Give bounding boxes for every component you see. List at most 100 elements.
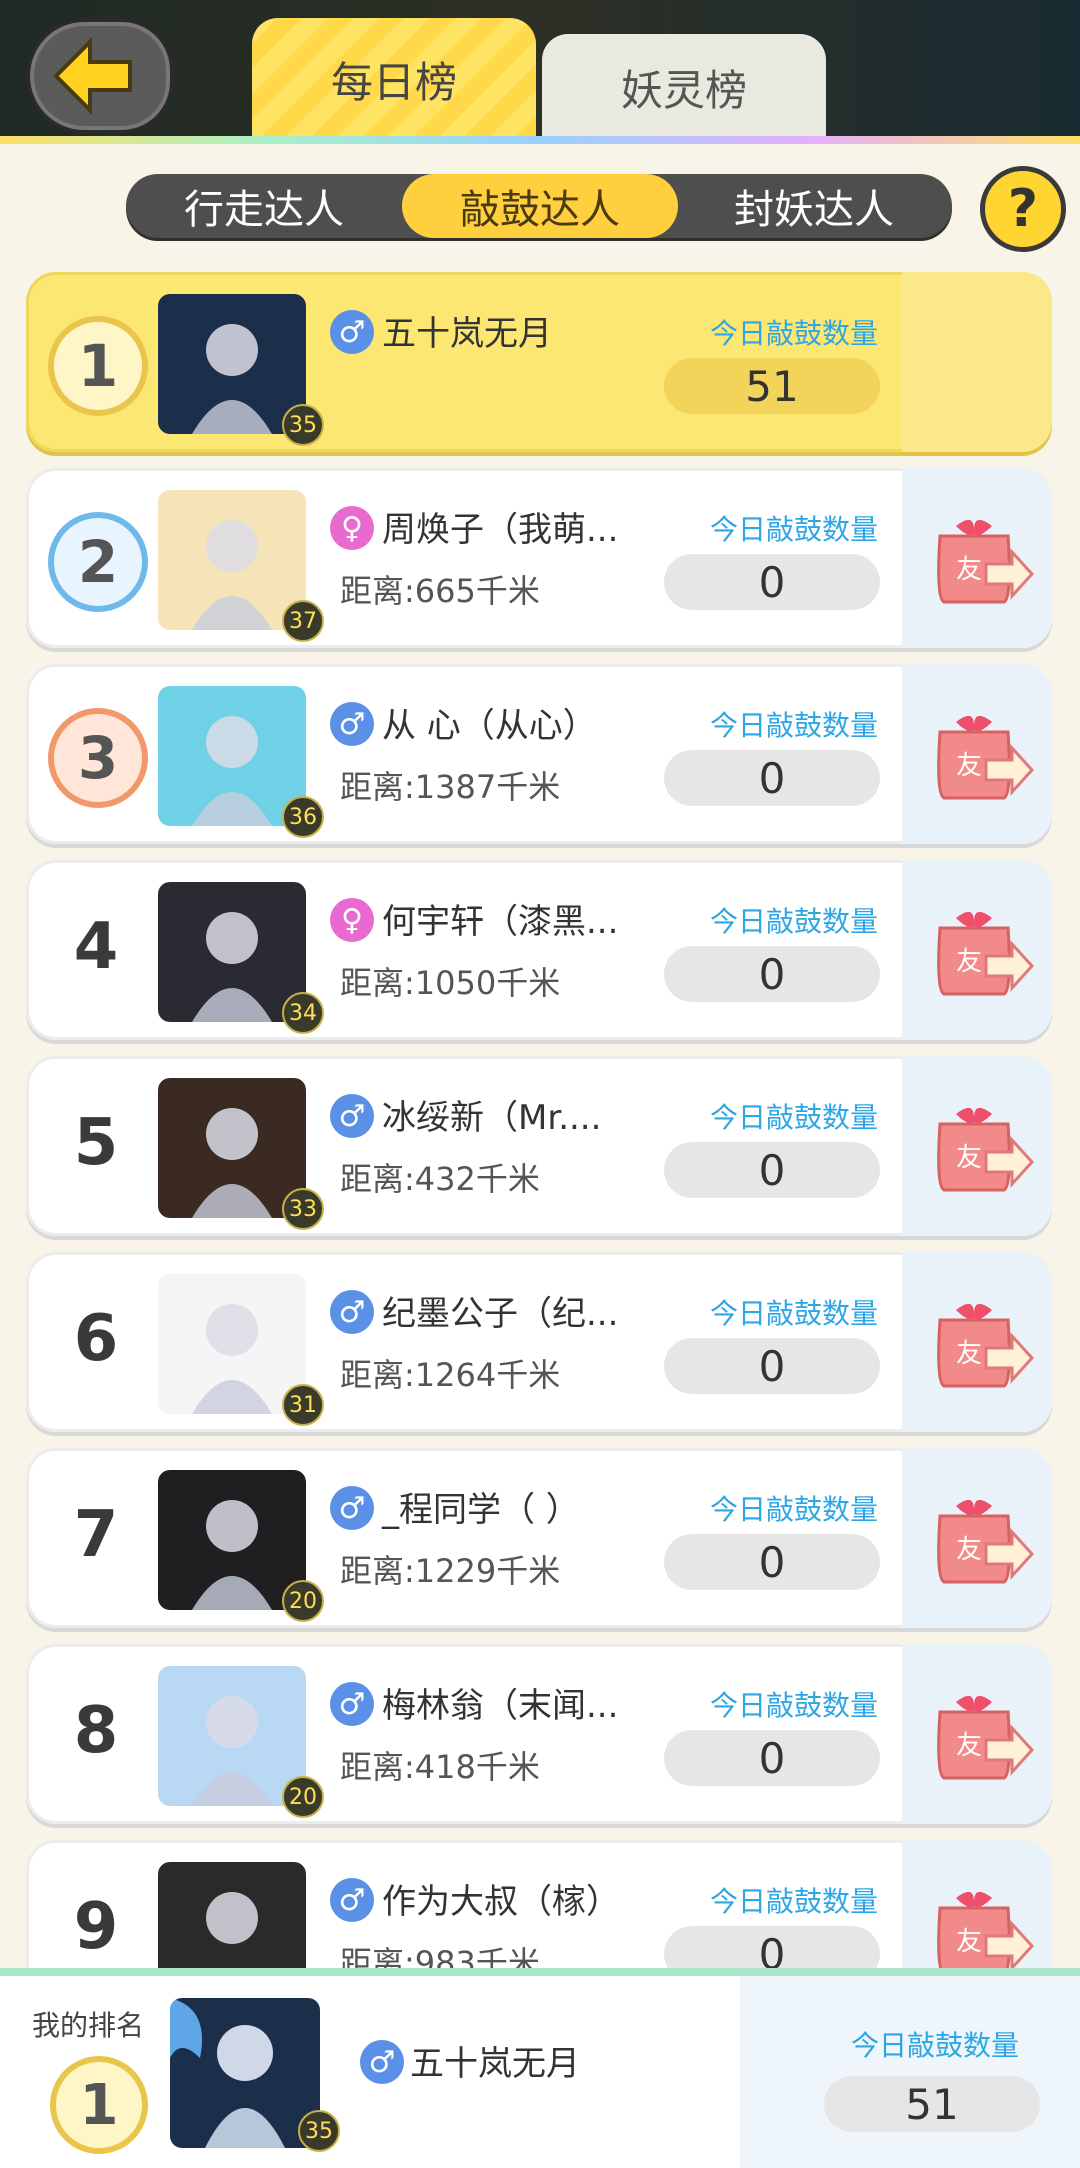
avatar-image	[158, 686, 306, 826]
count-label: 今日敲鼓数量	[709, 1101, 878, 1134]
level-badge: 20	[282, 1580, 324, 1622]
rank-medal: 3	[48, 708, 148, 808]
tab-spirit[interactable]: 妖灵榜	[542, 34, 826, 140]
player-avatar[interactable]	[158, 1078, 306, 1218]
svg-text:友: 友	[956, 555, 982, 585]
leaderboard-row[interactable]: 1 35 ♂ 五十岚无月 今日敲鼓数量 51	[26, 272, 1052, 452]
player-distance: 距离:665千米	[340, 572, 540, 610]
player-name: 冰绥新（Mr....	[382, 1098, 602, 1138]
tab-daily[interactable]: 每日榜	[252, 18, 536, 140]
avatar-image	[158, 490, 306, 630]
category-segment: 行走达人 敲鼓达人 封妖达人	[126, 174, 952, 238]
my-rank-label: 我的排名	[32, 2009, 145, 2042]
player-name: 何宇轩（漆黑...	[382, 902, 619, 942]
player-avatar[interactable]	[158, 1274, 306, 1414]
leaderboard-row[interactable]: 3 36 ♂ 从 心（从心） 距离:1387千米 今日敲鼓数量 0 友	[26, 664, 1052, 844]
count-label: 今日敲鼓数量	[709, 1493, 878, 1526]
rank-number: 7	[73, 1498, 119, 1572]
add-friend-gift-button[interactable]: 友	[926, 900, 1036, 1000]
segment-drumming[interactable]: 敲鼓达人	[402, 174, 678, 238]
count-label: 今日敲鼓数量	[709, 1297, 878, 1330]
svg-text:友: 友	[956, 1339, 982, 1369]
add-friend-gift-button[interactable]: 友	[926, 1684, 1036, 1784]
rank-number: 6	[73, 1302, 119, 1376]
avatar-image	[158, 1470, 306, 1610]
count-value: 51	[664, 358, 880, 414]
segment-walking[interactable]: 行走达人	[126, 174, 402, 238]
player-distance: 距离:418千米	[340, 1748, 540, 1786]
player-name: 梅林翁（末闻...	[382, 1686, 619, 1726]
leaderboard-row[interactable]: 5 33 ♂ 冰绥新（Mr.... 距离:432千米 今日敲鼓数量 0 友	[26, 1056, 1052, 1236]
svg-text:友: 友	[956, 1731, 982, 1761]
player-distance: 距离:1229千米	[340, 1552, 561, 1590]
count-label: 今日敲鼓数量	[709, 317, 878, 350]
count-label: 今日敲鼓数量	[709, 1885, 878, 1918]
top-bar: 每日榜 妖灵榜	[0, 0, 1080, 140]
player-distance: 距离:432千米	[340, 1160, 540, 1198]
player-distance: 距离:1387千米	[340, 768, 561, 806]
gift-bag-icon: 友	[937, 911, 1035, 996]
count-label: 今日敲鼓数量	[709, 905, 878, 938]
male-icon: ♂	[330, 1094, 374, 1138]
level-badge: 35	[282, 404, 324, 446]
count-value: 0	[664, 1338, 880, 1394]
count-label: 今日敲鼓数量	[709, 1689, 878, 1722]
player-avatar[interactable]	[158, 1666, 306, 1806]
player-name: 作为大叔（榢）	[382, 1882, 620, 1922]
add-friend-gift-button[interactable]: 友	[926, 1292, 1036, 1392]
player-distance: 距离:1264千米	[340, 1356, 561, 1394]
player-avatar[interactable]	[158, 882, 306, 1022]
avatar-image	[158, 294, 306, 434]
count-value: 0	[664, 1534, 880, 1590]
player-avatar[interactable]	[158, 686, 306, 826]
gift-bag-icon: 友	[937, 519, 1035, 604]
leaderboard-row[interactable]: 7 20 ♂ _程同学（ ） 距离:1229千米 今日敲鼓数量 0 友	[26, 1448, 1052, 1628]
player-avatar[interactable]	[158, 490, 306, 630]
player-distance: 距离:1050千米	[340, 964, 561, 1002]
leaderboard-row[interactable]: 8 20 ♂ 梅林翁（末闻... 距离:418千米 今日敲鼓数量 0 友	[26, 1644, 1052, 1824]
my-player-name: 五十岚无月	[410, 2044, 580, 2084]
add-friend-gift-button[interactable]: 友	[926, 1096, 1036, 1196]
leaderboard-row[interactable]: 6 31 ♂ 纪墨公子（纪... 距离:1264千米 今日敲鼓数量 0 友	[26, 1252, 1052, 1432]
add-friend-gift-button[interactable]: 友	[926, 508, 1036, 608]
add-friend-gift-button[interactable]: 友	[926, 1880, 1036, 1980]
segment-sealing[interactable]: 封妖达人	[676, 174, 952, 238]
player-avatar[interactable]	[158, 294, 306, 434]
svg-text:友: 友	[956, 1535, 982, 1565]
svg-text:友: 友	[956, 1927, 982, 1957]
female-icon: ♀	[330, 506, 374, 550]
gift-bag-icon: 友	[937, 1891, 1035, 1976]
add-friend-gift-button[interactable]: 友	[926, 1488, 1036, 1588]
row-stripe	[902, 272, 1052, 452]
gift-bag-icon: 友	[937, 1107, 1035, 1192]
gift-bag-icon: 友	[937, 1695, 1035, 1780]
leaderboard-row[interactable]: 2 37 ♀ 周焕子（我萌... 距离:665千米 今日敲鼓数量 0 友	[26, 468, 1052, 648]
avatar-image	[158, 1666, 306, 1806]
count-value: 0	[664, 1142, 880, 1198]
my-rank-stripe	[740, 1976, 1080, 2168]
player-name: 五十岚无月	[382, 314, 552, 354]
my-count-label: 今日敲鼓数量	[850, 2029, 1019, 2062]
my-count-value: 51	[824, 2076, 1040, 2132]
svg-text:友: 友	[956, 947, 982, 977]
count-label: 今日敲鼓数量	[709, 513, 878, 546]
count-value: 0	[664, 554, 880, 610]
player-name: 从 心（从心）	[382, 706, 597, 746]
player-avatar[interactable]	[158, 1470, 306, 1610]
help-button[interactable]: ?	[980, 166, 1066, 252]
leaderboard-row[interactable]: 4 34 ♀ 何宇轩（漆黑... 距离:1050千米 今日敲鼓数量 0 友	[26, 860, 1052, 1040]
gift-bag-icon: 友	[937, 715, 1035, 800]
level-badge: 35	[298, 2110, 340, 2152]
male-icon: ♂	[330, 1486, 374, 1530]
avatar-image	[158, 1274, 306, 1414]
svg-text:友: 友	[956, 1143, 982, 1173]
back-button[interactable]	[26, 18, 174, 134]
level-badge: 31	[282, 1384, 324, 1426]
male-icon: ♂	[330, 1290, 374, 1334]
male-icon: ♂	[330, 1682, 374, 1726]
avatar-image	[158, 1078, 306, 1218]
level-badge: 37	[282, 600, 324, 642]
back-arrow-icon	[53, 37, 132, 115]
add-friend-gift-button[interactable]: 友	[926, 704, 1036, 804]
avatar-image	[158, 882, 306, 1022]
